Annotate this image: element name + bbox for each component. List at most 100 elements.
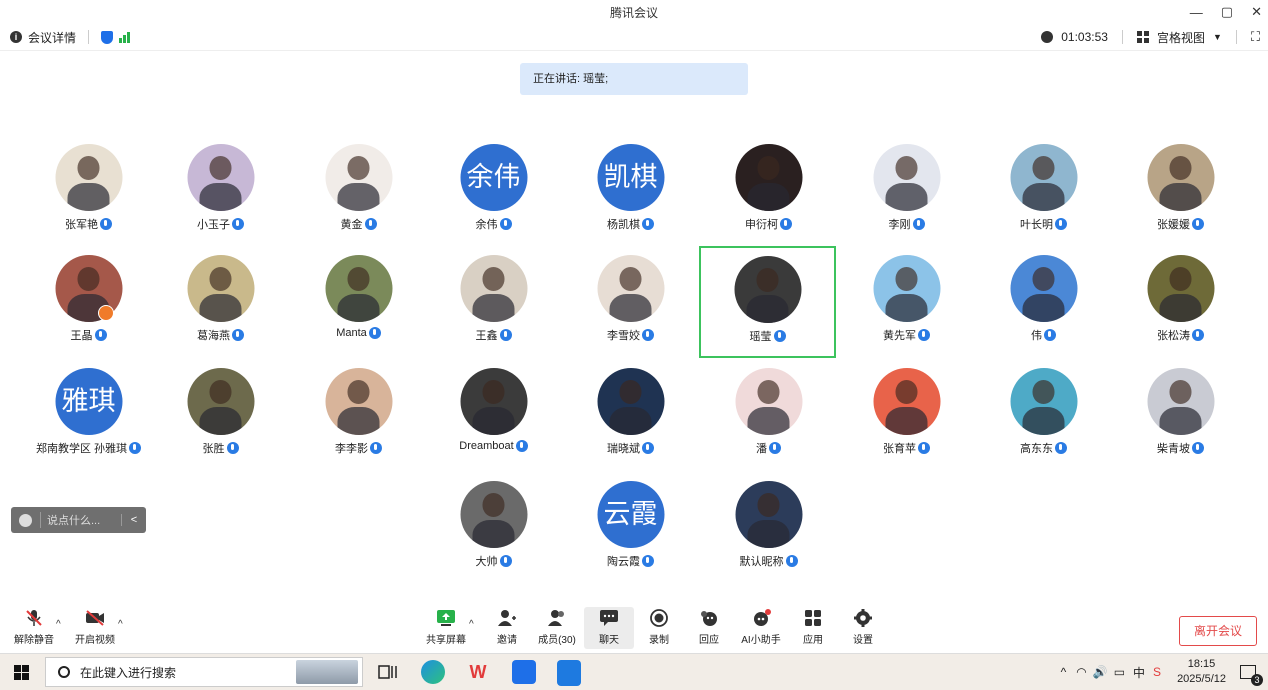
close-button[interactable]: ✕: [1251, 4, 1262, 20]
participant-tile[interactable]: 黄金: [290, 140, 427, 252]
mic-icon: [642, 218, 654, 230]
participant-name: 瑶莹: [749, 331, 772, 343]
participant-name-row: 默认昵称: [700, 553, 837, 569]
minimize-button[interactable]: —: [1190, 5, 1203, 20]
wps-office-icon[interactable]: W: [466, 660, 490, 684]
task-view-icon[interactable]: [376, 660, 400, 684]
participant-tile[interactable]: 葛海燕: [152, 251, 289, 363]
notification-icon[interactable]: 3: [1240, 665, 1263, 686]
add-user-icon: [497, 609, 517, 627]
tencent-meeting-taskbar-icon[interactable]: [557, 660, 581, 686]
participant-tile[interactable]: 默认昵称: [700, 477, 837, 589]
participant-tile[interactable]: 李李影: [290, 364, 427, 476]
avatar-photo-head: [757, 493, 780, 518]
taskbar-search-placeholder[interactable]: 在此键入进行搜索: [80, 664, 176, 681]
participant-tile[interactable]: Dreamboat: [425, 364, 562, 476]
share-screen-icon: [436, 609, 456, 627]
audio-options-caret[interactable]: ^: [56, 619, 61, 630]
participant-name-row: 李雪姣: [562, 327, 699, 343]
participant-tile[interactable]: 云霞 陶云霞: [562, 477, 699, 589]
participant-tile[interactable]: 王鑫: [425, 251, 562, 363]
edge-browser-icon[interactable]: [421, 660, 445, 684]
fullscreen-icon[interactable]: ⛶: [1251, 29, 1260, 45]
leave-meeting-button[interactable]: 离开会议: [1179, 616, 1257, 646]
taskbar-clock[interactable]: 18:15 2025/5/12: [1177, 657, 1226, 687]
chevron-down-icon[interactable]: ▼: [1213, 32, 1222, 42]
collapse-chat-button[interactable]: <: [121, 514, 146, 526]
participant-tile[interactable]: 李雪姣: [562, 251, 699, 363]
participant-tile[interactable]: 小玉子: [152, 140, 289, 252]
participant-tile[interactable]: 雅琪 郑南教学区 孙雅琪: [20, 364, 157, 476]
participant-tile[interactable]: 柴青坡: [1112, 364, 1249, 476]
view-mode-button[interactable]: 宫格视图: [1157, 29, 1205, 46]
ime-icon[interactable]: S: [1153, 665, 1161, 679]
participant-avatar: [325, 368, 392, 435]
avatar-photo-body: [67, 182, 110, 211]
participant-tile[interactable]: 张媛媛: [1112, 140, 1249, 252]
participant-tile[interactable]: 张育苹: [838, 364, 975, 476]
participant-tile[interactable]: 瑞晓斌: [562, 364, 699, 476]
ime-language[interactable]: 中: [1133, 664, 1145, 681]
volume-icon[interactable]: 🔊: [1093, 665, 1108, 679]
participant-avatar: [873, 144, 940, 211]
battery-icon[interactable]: ▭: [1114, 665, 1125, 679]
participant-name-row: 张育苹: [838, 440, 975, 456]
start-video-button[interactable]: 开启视频: [70, 609, 120, 646]
participant-tile[interactable]: 李刚: [838, 140, 975, 252]
pinned-app-icon[interactable]: [512, 660, 536, 684]
chat-quick-input[interactable]: 说点什么... <: [11, 507, 146, 533]
chat-button[interactable]: 聊天: [584, 607, 634, 649]
apps-icon: [803, 609, 823, 627]
participant-tile[interactable]: 张军艳: [20, 140, 157, 252]
ai-assistant-button[interactable]: AI小助手: [736, 609, 786, 646]
record-button[interactable]: 录制: [634, 609, 684, 646]
divider: [1235, 30, 1237, 44]
participant-avatar: [1147, 368, 1214, 435]
participant-tile[interactable]: 凯棋 杨凯棋: [562, 140, 699, 252]
members-button[interactable]: 成员(30): [532, 609, 582, 646]
taskbar-search[interactable]: 在此键入进行搜索: [45, 657, 363, 687]
settings-button[interactable]: 设置: [838, 609, 888, 646]
mic-icon: [129, 442, 142, 454]
meeting-info-button[interactable]: 会议详情: [28, 29, 76, 46]
invite-button[interactable]: 邀请: [482, 609, 532, 646]
reactions-button[interactable]: 回应: [684, 609, 734, 646]
emoji-icon[interactable]: [19, 513, 32, 527]
participant-name-row: 叶长明: [975, 216, 1112, 232]
avatar-photo-body: [885, 182, 928, 211]
participant-tile[interactable]: 黄先军: [838, 251, 975, 363]
share-options-caret[interactable]: ^: [469, 619, 474, 630]
chevron-up-icon[interactable]: ^: [1061, 665, 1067, 679]
participant-tile[interactable]: 高东东: [975, 364, 1112, 476]
participant-tile[interactable]: 王晶: [20, 251, 157, 363]
wifi-icon[interactable]: ◠: [1076, 665, 1086, 679]
restore-button[interactable]: ▢: [1221, 4, 1233, 20]
participant-tile[interactable]: 张胜: [152, 364, 289, 476]
divider: [1121, 30, 1123, 44]
share-screen-button[interactable]: 共享屏幕: [421, 609, 471, 646]
divider: [88, 30, 90, 44]
participant-tile[interactable]: 申衍柯: [700, 140, 837, 252]
participant-name: 小玉子: [197, 219, 230, 231]
participant-tile[interactable]: 余伟 余伟: [425, 140, 562, 252]
participant-tile[interactable]: Manta: [290, 251, 427, 363]
title-bar: 腾讯会议 — ▢ ✕: [0, 0, 1268, 24]
signal-icon[interactable]: [119, 31, 131, 43]
participant-tile[interactable]: 大帅: [425, 477, 562, 589]
grid-view-icon[interactable]: [1136, 31, 1149, 43]
video-options-caret[interactable]: ^: [118, 619, 123, 630]
unmute-button[interactable]: 解除静音: [9, 609, 59, 646]
participant-tile[interactable]: 张松涛: [1112, 251, 1249, 363]
participant-name: 葛海燕: [197, 330, 230, 342]
participant-name-row: 申衍柯: [700, 216, 837, 232]
avatar-photo-head: [757, 380, 780, 405]
windows-start-icon[interactable]: [14, 665, 29, 680]
chat-placeholder[interactable]: 说点什么...: [40, 512, 121, 528]
participant-tile[interactable]: 伟: [975, 251, 1112, 363]
participant-tile[interactable]: 叶长明: [975, 140, 1112, 252]
info-icon[interactable]: i: [10, 31, 22, 43]
shield-icon[interactable]: [101, 30, 114, 44]
participant-tile[interactable]: 瑶莹: [699, 246, 836, 358]
apps-button[interactable]: 应用: [788, 609, 838, 646]
participant-tile[interactable]: 潘: [700, 364, 837, 476]
